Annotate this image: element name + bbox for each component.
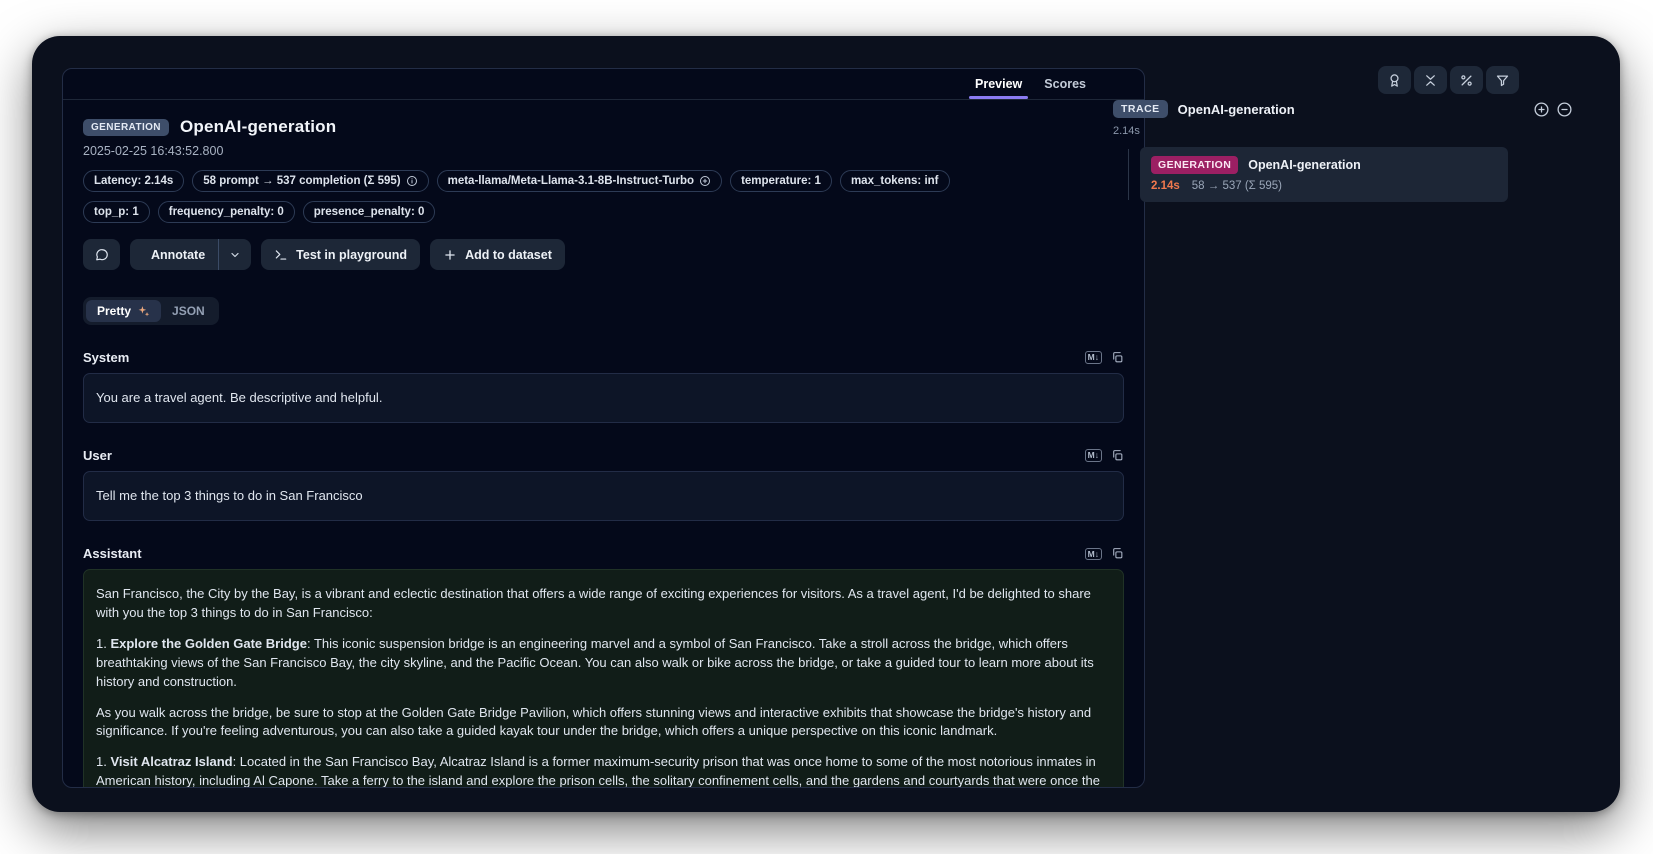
info-icon bbox=[406, 175, 418, 187]
filter-button[interactable] bbox=[1486, 66, 1519, 94]
trace-tree: GENERATION OpenAI-generation 2.14s 58 → … bbox=[1113, 147, 1605, 202]
trace-root-row[interactable]: TRACE OpenAI-generation bbox=[1113, 100, 1605, 118]
system-message-content: You are a travel agent. Be descriptive a… bbox=[83, 373, 1124, 423]
preview-tabbar: Preview Scores bbox=[63, 69, 1144, 100]
tree-connector-line bbox=[1128, 149, 1129, 200]
observation-preview-card: Preview Scores GENERATION OpenAI-generat… bbox=[62, 68, 1145, 788]
system-message-section: System M↓ You are a travel agent. Be des… bbox=[83, 350, 1124, 423]
sparkles-icon bbox=[137, 305, 150, 318]
user-message-content: Tell me the top 3 things to do in San Fr… bbox=[83, 471, 1124, 521]
funnel-icon bbox=[1495, 73, 1510, 88]
collapse-button[interactable] bbox=[1414, 66, 1447, 94]
generation-node-title: OpenAI-generation bbox=[1248, 158, 1361, 172]
chip-temperature[interactable]: temperature: 1 bbox=[730, 170, 832, 192]
tab-scores[interactable]: Scores bbox=[1044, 69, 1086, 99]
chip-presence-penalty[interactable]: presence_penalty: 0 bbox=[303, 201, 436, 223]
chip-frequency-penalty[interactable]: frequency_penalty: 0 bbox=[158, 201, 295, 223]
add-to-dataset-button[interactable]: Add to dataset bbox=[430, 239, 565, 270]
fold-vertical-icon bbox=[1423, 73, 1438, 88]
tab-preview[interactable]: Preview bbox=[975, 69, 1022, 99]
chevron-down-icon bbox=[229, 249, 241, 261]
user-label: User bbox=[83, 448, 112, 463]
timestamp: 2025-02-25 16:43:52.800 bbox=[83, 144, 1124, 158]
trace-latency: 2.14s bbox=[1113, 125, 1605, 137]
pretty-view-tab[interactable]: Pretty bbox=[86, 300, 161, 322]
page-title: OpenAI-generation bbox=[180, 117, 336, 137]
card-body: GENERATION OpenAI-generation 2025-02-25 … bbox=[63, 100, 1144, 788]
award-icon bbox=[1387, 73, 1402, 88]
annotate-button[interactable]: Annotate bbox=[130, 239, 218, 270]
generation-node-latency: 2.14s bbox=[1151, 180, 1180, 192]
comment-button[interactable] bbox=[83, 239, 120, 270]
user-message-section: User M↓ Tell me the top 3 things to do i… bbox=[83, 448, 1124, 521]
generation-badge: GENERATION bbox=[1151, 156, 1238, 174]
chip-top-p[interactable]: top_p: 1 bbox=[83, 201, 150, 223]
system-label: System bbox=[83, 350, 129, 365]
trace-toolbar bbox=[1378, 66, 1519, 94]
circle-plus-icon bbox=[699, 175, 711, 187]
app-window: Preview Scores GENERATION OpenAI-generat… bbox=[32, 36, 1620, 812]
copy-icon[interactable] bbox=[1111, 449, 1124, 462]
plus-icon bbox=[443, 248, 457, 262]
percent-icon bbox=[1459, 73, 1474, 88]
assistant-message-content: San Francisco, the City by the Bay, is a… bbox=[83, 569, 1124, 788]
assistant-paragraph: As you walk across the bridge, be sure t… bbox=[96, 704, 1111, 742]
assistant-paragraph: 1. Explore the Golden Gate Bridge: This … bbox=[96, 635, 1111, 692]
assistant-label: Assistant bbox=[83, 546, 142, 561]
assistant-paragraph: 1. Visit Alcatraz Island: Located in the… bbox=[96, 753, 1111, 788]
expand-all-icon[interactable] bbox=[1533, 101, 1550, 118]
chip-latency[interactable]: Latency: 2.14s bbox=[83, 170, 184, 192]
collapse-all-icon[interactable] bbox=[1556, 101, 1573, 118]
annotate-split-button: Annotate bbox=[130, 239, 251, 270]
chip-token-usage[interactable]: 58 prompt → 537 completion (Σ 595) bbox=[192, 170, 428, 192]
trace-tree-panel: TRACE OpenAI-generation 2.14s GENERATION… bbox=[1113, 100, 1605, 202]
copy-icon[interactable] bbox=[1111, 547, 1124, 560]
chip-model[interactable]: meta-llama/Meta-Llama-3.1-8B-Instruct-Tu… bbox=[437, 170, 722, 192]
chip-max-tokens[interactable]: max_tokens: inf bbox=[840, 170, 950, 192]
view-toggle: Pretty JSON bbox=[83, 297, 219, 325]
terminal-icon bbox=[274, 248, 288, 262]
json-view-tab[interactable]: JSON bbox=[161, 300, 216, 322]
markdown-toggle-icon[interactable]: M↓ bbox=[1085, 449, 1102, 462]
action-toolbar: Annotate Test in playground Add to data bbox=[83, 239, 1124, 270]
annotate-dropdown-button[interactable] bbox=[219, 239, 251, 270]
generation-node-tokens: 58 → 537 (Σ 595) bbox=[1192, 180, 1282, 192]
tree-controls bbox=[1533, 101, 1573, 118]
copy-icon[interactable] bbox=[1111, 351, 1124, 364]
generation-type-badge: GENERATION bbox=[83, 119, 169, 136]
title-row: GENERATION OpenAI-generation bbox=[83, 117, 1124, 137]
assistant-paragraph: San Francisco, the City by the Bay, is a… bbox=[96, 585, 1111, 623]
markdown-toggle-icon[interactable]: M↓ bbox=[1085, 351, 1102, 364]
annotate-award-button[interactable] bbox=[1378, 66, 1411, 94]
trace-title: OpenAI-generation bbox=[1178, 102, 1295, 117]
markdown-toggle-icon[interactable]: M↓ bbox=[1085, 548, 1102, 561]
metadata-chips: Latency: 2.14s 58 prompt → 537 completio… bbox=[83, 170, 1013, 223]
generation-tree-node[interactable]: GENERATION OpenAI-generation 2.14s 58 → … bbox=[1140, 147, 1508, 202]
assistant-message-section: Assistant M↓ San Francisco, the City by … bbox=[83, 546, 1124, 788]
chat-bubble-icon bbox=[95, 248, 109, 262]
trace-badge: TRACE bbox=[1113, 100, 1168, 118]
test-in-playground-button[interactable]: Test in playground bbox=[261, 239, 420, 270]
screen: Preview Scores GENERATION OpenAI-generat… bbox=[0, 0, 1653, 854]
percent-view-button[interactable] bbox=[1450, 66, 1483, 94]
